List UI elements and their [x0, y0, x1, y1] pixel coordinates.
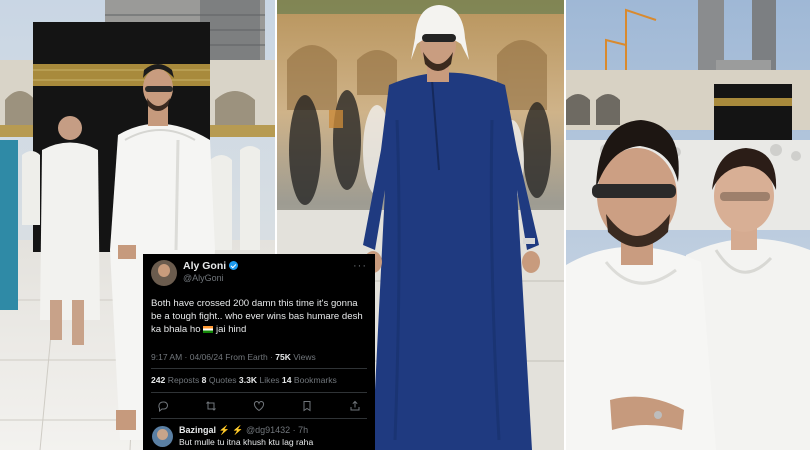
reply-author[interactable]: Bazingal ⚡ ⚡ @dg91432 · 7h [179, 425, 308, 436]
share-icon[interactable] [349, 400, 361, 412]
tweet-text: Both have crossed 200 damn this time it'… [151, 298, 363, 335]
author-name[interactable]: Aly Goni [183, 260, 239, 272]
views-count: 75K [275, 352, 291, 362]
reply-icon[interactable] [157, 400, 169, 412]
bookmark-icon[interactable] [301, 400, 313, 412]
repost-icon[interactable] [205, 400, 217, 412]
divider [151, 392, 367, 393]
tweet-stats[interactable]: 242 Reposts 8 Quotes 3.3K Likes 14 Bookm… [151, 375, 337, 385]
author-handle[interactable]: @AlyGoni [183, 273, 224, 283]
divider [151, 368, 367, 369]
india-flag-icon [203, 326, 214, 333]
more-options-icon[interactable]: ··· [353, 260, 367, 272]
author-avatar[interactable] [151, 260, 177, 286]
tweet-card: Aly Goni @AlyGoni ··· Both have crossed … [143, 254, 375, 450]
tweet-actions [157, 400, 361, 412]
verified-badge-icon [229, 261, 239, 270]
reply-text: But mulle tu itna khush ktu lag raha [179, 437, 314, 447]
like-icon[interactable] [253, 400, 265, 412]
tweet-timestamp: 9:17 AM · 04/06/24 From Earth · 75K View… [151, 352, 316, 362]
reply-author-avatar[interactable] [152, 426, 173, 447]
divider [151, 418, 367, 419]
selfie-ihram-photo [566, 0, 810, 450]
photo-panel-right [566, 0, 810, 450]
